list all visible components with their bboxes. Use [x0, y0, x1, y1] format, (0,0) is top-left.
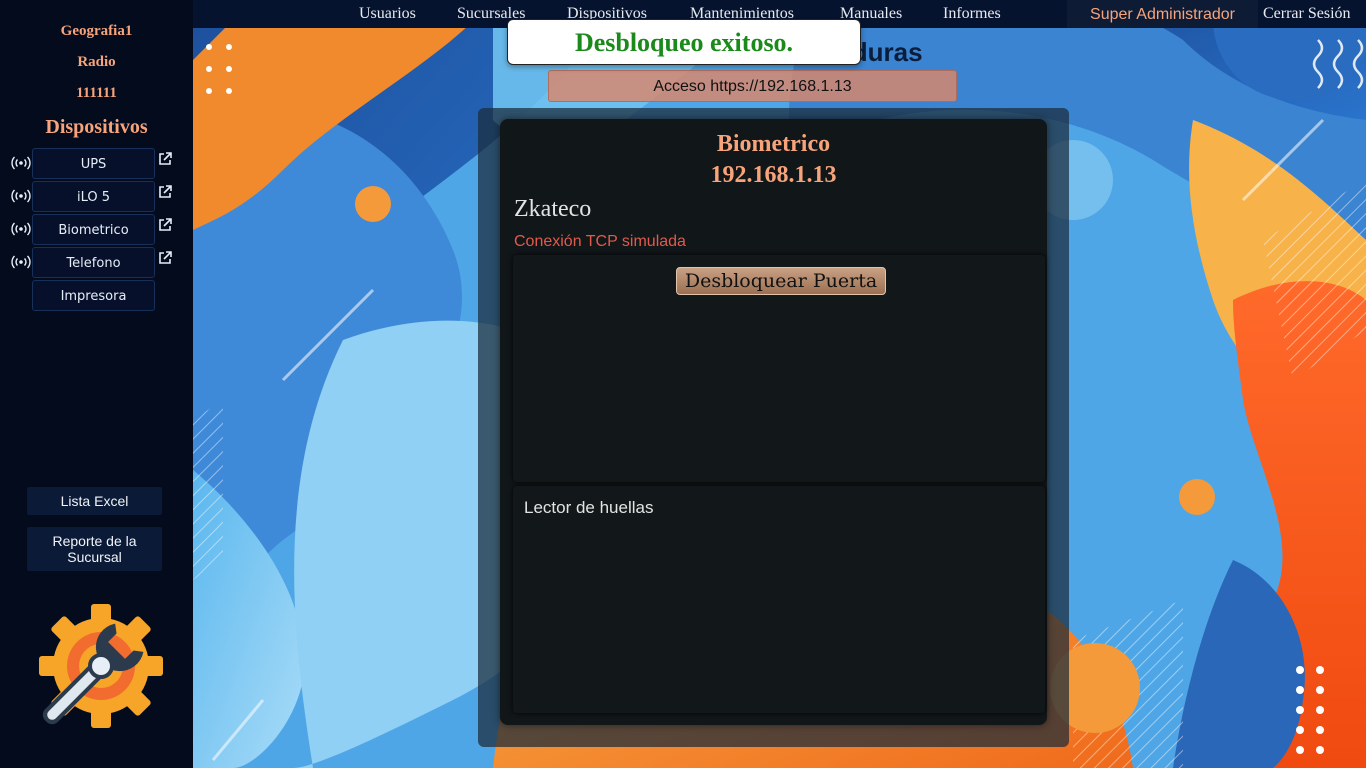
device-button-ilo5[interactable]: iLO 5: [32, 181, 155, 212]
external-link-icon[interactable]: [158, 251, 172, 265]
user-role-badge: Super Administrador: [1067, 0, 1258, 28]
sidebar-branch-name: Radio: [77, 54, 116, 70]
device-row-ups: UPS: [0, 148, 193, 179]
signal-icon: [11, 189, 31, 203]
sidebar-branch-code: 111111: [76, 85, 117, 101]
fingerprint-reader-label: Lector de huellas: [524, 498, 654, 517]
device-brand: Zkateco: [514, 196, 592, 222]
device-row-biometrico: Biometrico: [0, 214, 193, 245]
success-toast: Desbloqueo exitoso.: [507, 19, 861, 65]
signal-icon: [11, 156, 31, 170]
device-button-ups[interactable]: UPS: [32, 148, 155, 179]
device-button-biometrico[interactable]: Biometrico: [32, 214, 155, 245]
wrench-gear-icon: [39, 604, 163, 728]
door-control-section: Desbloquear Puerta: [513, 255, 1045, 482]
logout-link[interactable]: Cerrar Sesión: [1263, 5, 1351, 23]
sidebar-geography: Geografia1: [60, 23, 133, 39]
nav-usuarios[interactable]: Usuarios: [359, 5, 416, 23]
device-card: Biometrico 192.168.1.13 Zkateco Conexión…: [500, 119, 1047, 725]
connection-status: Conexión TCP simulada: [514, 233, 686, 250]
unlock-door-button[interactable]: Desbloquear Puerta: [676, 267, 886, 295]
fingerprint-reader-section: Lector de huellas: [513, 486, 1045, 713]
nav-informes[interactable]: Informes: [943, 5, 1001, 23]
device-button-impresora[interactable]: Impresora: [32, 280, 155, 311]
external-link-icon[interactable]: [158, 152, 172, 166]
sidebar: Geografia1 Radio 111111 Dispositivos UPS…: [0, 0, 193, 768]
device-ip: 192.168.1.13: [710, 162, 837, 188]
signal-icon: [11, 255, 31, 269]
device-row-ilo5: iLO 5: [0, 181, 193, 212]
device-row-telefono: Telefono: [0, 247, 193, 278]
device-name: Biometrico: [716, 131, 831, 157]
signal-icon: [11, 222, 31, 236]
external-link-icon[interactable]: [158, 218, 172, 232]
device-row-impresora: Impresora: [0, 280, 193, 311]
access-url-button[interactable]: Acceso https://192.168.1.13: [548, 70, 957, 102]
sidebar-title: Dispositivos: [45, 116, 148, 138]
branch-report-button[interactable]: Reporte de la Sucursal: [27, 527, 162, 571]
excel-list-button[interactable]: Lista Excel: [27, 487, 162, 515]
external-link-icon[interactable]: [158, 185, 172, 199]
device-button-telefono[interactable]: Telefono: [32, 247, 155, 278]
